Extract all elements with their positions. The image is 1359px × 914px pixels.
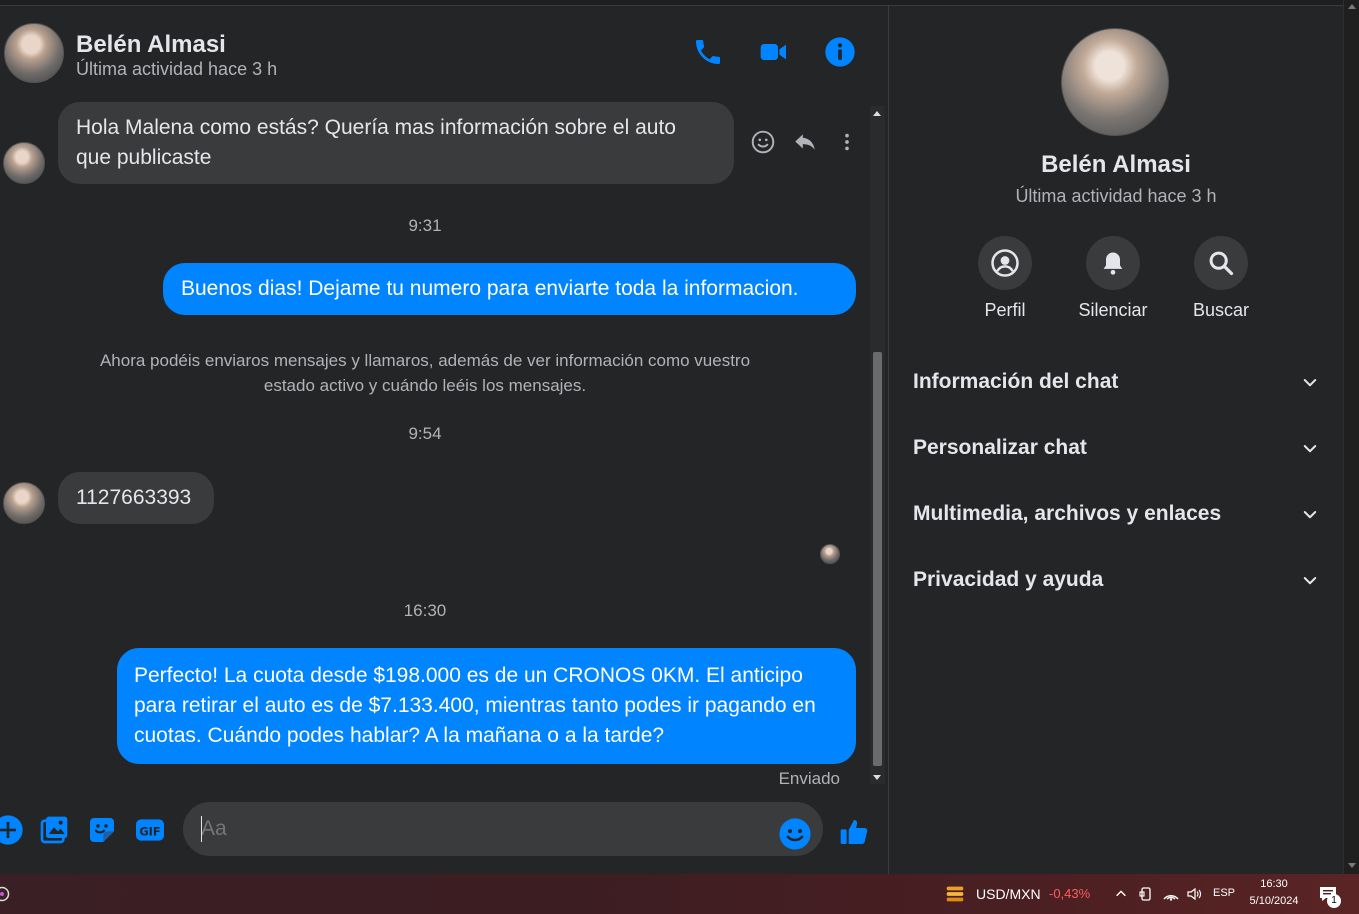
scroll-thumb[interactable]: [873, 352, 882, 766]
chat-header: Belén Almasi Última actividad hace 3 h: [0, 6, 888, 94]
bell-icon: [1103, 252, 1123, 275]
scroll-up-arrow-icon[interactable]: [1348, 4, 1356, 9]
profile-avatar[interactable]: [1061, 28, 1169, 136]
contact-name[interactable]: Belén Almasi: [76, 31, 226, 59]
scroll-up-arrow-icon[interactable]: [873, 111, 881, 116]
section-media-files[interactable]: Multimedia, archivos y enlaces: [913, 494, 1323, 534]
chevron-down-icon: [1303, 445, 1317, 453]
thumbs-up-icon[interactable]: [838, 816, 870, 848]
section-label: Personalizar chat: [913, 436, 1087, 459]
sender-avatar[interactable]: [3, 142, 45, 184]
language-indicator[interactable]: ESP: [1213, 887, 1235, 899]
ticker-change: -0,43%: [1049, 886, 1091, 901]
message-incoming[interactable]: 1127663393: [58, 472, 214, 524]
timestamp: 16:30: [403, 601, 447, 620]
react-emoji-icon[interactable]: [750, 129, 776, 155]
chevron-up-icon[interactable]: [1114, 887, 1128, 901]
chevron-down-icon: [1303, 379, 1317, 387]
emoji-icon[interactable]: [778, 817, 812, 851]
read-receipt-avatar: [820, 544, 840, 564]
sent-status: Enviado: [778, 769, 840, 788]
reply-icon[interactable]: [792, 129, 818, 155]
notification-count-badge: 1: [1327, 894, 1341, 908]
device-icon[interactable]: [1138, 886, 1154, 902]
more-options-icon[interactable]: [836, 129, 858, 155]
stock-ticker-icon[interactable]: [944, 883, 966, 905]
sticker-icon[interactable]: [86, 814, 118, 846]
windows-taskbar: USD/MXN -0,43% ESP 16:30 5/10/2024 1: [0, 874, 1359, 914]
search-icon: [1209, 251, 1234, 276]
section-privacy-help[interactable]: Privacidad y ayuda: [913, 560, 1323, 600]
text-caret: [201, 816, 202, 842]
composer-bar: GIF: [0, 800, 888, 860]
section-label: Multimedia, archivos y enlaces: [913, 502, 1222, 525]
sender-avatar[interactable]: [3, 482, 45, 524]
add-icon[interactable]: [0, 814, 24, 846]
contact-avatar[interactable]: [4, 23, 64, 83]
section-label: Privacidad y ayuda: [913, 568, 1104, 591]
app-icon[interactable]: [0, 886, 10, 902]
chevron-down-icon: [1303, 511, 1317, 519]
info-icon[interactable]: [824, 36, 856, 68]
gif-icon[interactable]: GIF: [134, 814, 166, 846]
svg-text:GIF: GIF: [139, 824, 160, 838]
scroll-down-arrow-icon[interactable]: [873, 775, 881, 780]
phone-icon[interactable]: [692, 36, 724, 68]
chevron-down-icon: [1303, 577, 1317, 585]
message-outgoing[interactable]: Perfecto! La cuota desde $198.000 es de …: [117, 648, 856, 764]
video-icon[interactable]: [758, 36, 790, 68]
message-outgoing[interactable]: Buenos dias! Dejame tu numero para envia…: [163, 263, 856, 315]
section-label: Información del chat: [913, 370, 1119, 393]
profile-action-button[interactable]: Perfil: [960, 236, 1050, 321]
clock-time[interactable]: 16:30: [1248, 878, 1300, 890]
mute-action-button[interactable]: Silenciar: [1068, 236, 1158, 321]
profile-name: Belén Almasi: [1041, 151, 1191, 178]
volume-icon[interactable]: [1186, 886, 1202, 902]
chat-scrollbar[interactable]: [870, 106, 885, 784]
wifi-icon[interactable]: [1162, 886, 1180, 902]
chat-pane: Belén Almasi Última actividad hace 3 h H…: [0, 6, 888, 874]
ticker-symbol[interactable]: USD/MXN: [976, 886, 1041, 902]
clock-date[interactable]: 5/10/2024: [1243, 895, 1305, 907]
system-notice: Ahora podéis enviaros mensajes y llamaro…: [99, 351, 751, 395]
section-customize-chat[interactable]: Personalizar chat: [913, 428, 1323, 468]
photo-gallery-icon[interactable]: [38, 814, 70, 846]
contact-status: Última actividad hace 3 h: [76, 59, 278, 79]
message-incoming[interactable]: Hola Malena como estás? Quería mas infor…: [58, 102, 734, 184]
action-label: Perfil: [984, 300, 1026, 320]
message-list[interactable]: Hola Malena como estás? Quería mas infor…: [0, 96, 870, 788]
scroll-down-arrow-icon[interactable]: [1348, 863, 1356, 868]
timestamp: 9:54: [408, 424, 442, 443]
timestamp: 9:31: [408, 216, 442, 235]
profile-status: Última actividad hace 3 h: [1015, 186, 1217, 206]
action-label: Silenciar: [1078, 300, 1148, 320]
section-chat-info[interactable]: Información del chat: [913, 362, 1323, 402]
chat-details-panel: Belén Almasi Última actividad hace 3 h P…: [889, 6, 1343, 874]
user-profile-icon: [991, 249, 1019, 277]
action-label: Buscar: [1192, 300, 1250, 320]
page-scrollbar[interactable]: [1343, 0, 1359, 874]
search-action-button[interactable]: Buscar: [1176, 236, 1266, 321]
message-input[interactable]: [183, 802, 823, 856]
